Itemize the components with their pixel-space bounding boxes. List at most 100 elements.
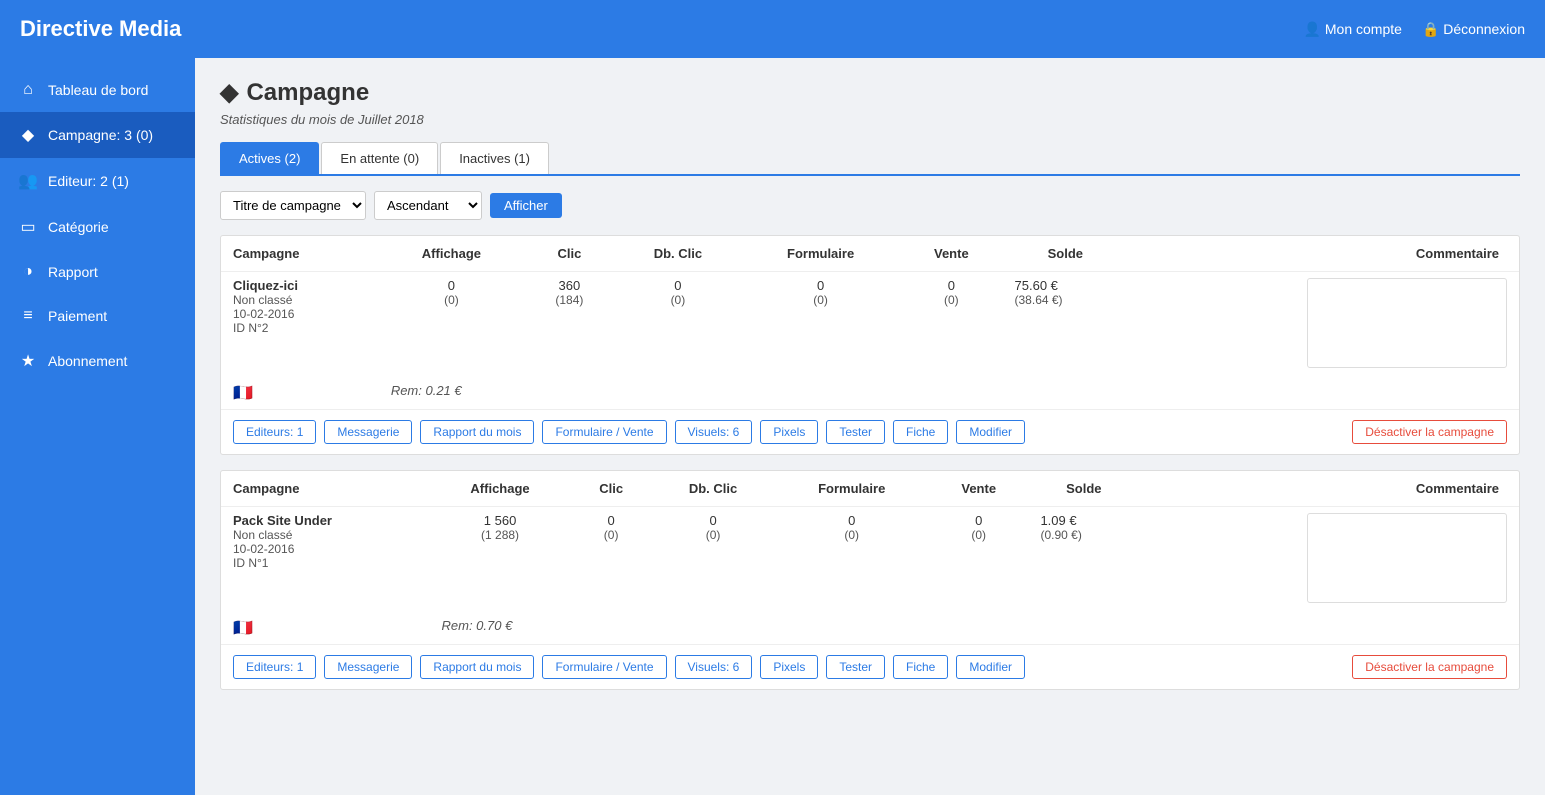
sidebar-item-editeur[interactable]: 👥 Editeur: 2 (1) — [0, 158, 195, 204]
order-select[interactable]: Ascendant Descendant — [374, 191, 482, 220]
topnav-right: 👤 Mon compte 🔒 Déconnexion — [1304, 21, 1525, 38]
tab-inactives[interactable]: Inactives (1) — [440, 142, 549, 174]
brand: Directive Media — [20, 16, 181, 42]
tab-actives[interactable]: Actives (2) — [220, 142, 319, 174]
campaign-category-1: Non classé — [233, 293, 367, 307]
rem-val-2: Rem: 0.70 € — [430, 612, 1520, 644]
col-campagne-1: Campagne — [221, 236, 379, 272]
campaign-name-1: Cliquez-ici — [233, 278, 367, 293]
campaign-date-1: 10-02-2016 — [233, 307, 367, 321]
col-solde-1: Solde — [1003, 236, 1129, 272]
tester-button-2[interactable]: Tester — [826, 655, 885, 679]
chart-icon: ◑ — [18, 263, 38, 281]
visuels-button-1[interactable]: Visuels: 6 — [675, 420, 753, 444]
filter-row: Titre de campagne Date ID Ascendant Desc… — [220, 191, 1520, 220]
desactiver-button-2[interactable]: Désactiver la campagne — [1352, 655, 1507, 679]
campaign-id-1: ID N°2 — [233, 321, 367, 335]
tester-button-1[interactable]: Tester — [826, 420, 885, 444]
clic-val-1: 360 (184) — [524, 272, 615, 378]
formulaire-val-2: 0 (0) — [774, 507, 929, 613]
col-formulaire-2: Formulaire — [774, 471, 929, 507]
users-icon: 👥 — [18, 171, 38, 191]
vente-val-1: 0 (0) — [900, 272, 1002, 378]
tab-en-attente[interactable]: En attente (0) — [321, 142, 438, 174]
affichage-val-1: 0 (0) — [379, 272, 524, 378]
formulaire-vente-button-2[interactable]: Formulaire / Vente — [542, 655, 666, 679]
col-affichage-1: Affichage — [379, 236, 524, 272]
category-icon: ▭ — [18, 217, 38, 237]
rapport-button-1[interactable]: Rapport du mois — [420, 420, 534, 444]
comment-textarea-2[interactable] — [1307, 513, 1507, 603]
col-solde-2: Solde — [1028, 471, 1139, 507]
sidebar-item-paiement[interactable]: ≡ Paiement — [0, 294, 195, 338]
flag-cell-2: 🇫🇷 — [221, 612, 430, 644]
solde-val-1: 75.60 € (38.64 €) — [1003, 272, 1129, 378]
sidebar-item-rapport[interactable]: ◑ Rapport — [0, 250, 195, 294]
formulaire-vente-button-1[interactable]: Formulaire / Vente — [542, 420, 666, 444]
campaign-table-2: Campagne Affichage Clic Db. Clic Formula… — [221, 471, 1519, 644]
vente-val-2: 0 (0) — [929, 507, 1028, 613]
rapport-button-2[interactable]: Rapport du mois — [420, 655, 534, 679]
pixels-button-1[interactable]: Pixels — [760, 420, 818, 444]
clic-val-2: 0 (0) — [571, 507, 652, 613]
sidebar-item-campagne[interactable]: ◆ Campagne: 3 (0) — [0, 112, 195, 158]
campaign-info-1: Cliquez-ici Non classé 10-02-2016 ID N°2 — [221, 272, 379, 378]
commentaire-2 — [1139, 507, 1519, 613]
messagerie-button-1[interactable]: Messagerie — [324, 420, 412, 444]
sort-select[interactable]: Titre de campagne Date ID — [220, 191, 366, 220]
campaign-table-1: Campagne Affichage Clic Db. Clic Formula… — [221, 236, 1519, 409]
action-row-1: Editeurs: 1 Messagerie Rapport du mois F… — [221, 409, 1519, 454]
campaign-id-2: ID N°1 — [233, 556, 418, 570]
modifier-button-1[interactable]: Modifier — [956, 420, 1025, 444]
sidebar: ⌂ Tableau de bord ◆ Campagne: 3 (0) 👥 Ed… — [0, 58, 195, 795]
sidebar-label-paiement: Paiement — [48, 308, 107, 324]
afficher-button[interactable]: Afficher — [490, 193, 562, 218]
home-icon: ⌂ — [18, 81, 38, 99]
col-clic-1: Clic — [524, 236, 615, 272]
campaign-card-cliquez-ici: Campagne Affichage Clic Db. Clic Formula… — [220, 235, 1520, 455]
tag-icon: ◆ — [220, 78, 238, 107]
account-link[interactable]: 👤 Mon compte — [1304, 21, 1402, 38]
commentaire-1 — [1128, 272, 1519, 378]
col-commentaire-2: Commentaire — [1139, 471, 1519, 507]
editeurs-button-1[interactable]: Editeurs: 1 — [233, 420, 316, 444]
logout-label: Déconnexion — [1443, 21, 1525, 37]
campaign-date-2: 10-02-2016 — [233, 542, 418, 556]
campaign-info-2: Pack Site Under Non classé 10-02-2016 ID… — [221, 507, 430, 613]
fiche-button-1[interactable]: Fiche — [893, 420, 948, 444]
fiche-button-2[interactable]: Fiche — [893, 655, 948, 679]
col-affichage-2: Affichage — [430, 471, 571, 507]
sidebar-item-categorie[interactable]: ▭ Catégorie — [0, 204, 195, 250]
visuels-button-2[interactable]: Visuels: 6 — [675, 655, 753, 679]
flag-icon-2: 🇫🇷 — [233, 620, 253, 637]
messagerie-button-2[interactable]: Messagerie — [324, 655, 412, 679]
flag-icon-1: 🇫🇷 — [233, 385, 253, 402]
flag-cell-1: 🇫🇷 — [221, 377, 379, 409]
main-content: ◆ Campagne Statistiques du mois de Juill… — [195, 58, 1545, 795]
desactiver-button-1[interactable]: Désactiver la campagne — [1352, 420, 1507, 444]
sidebar-label-rapport: Rapport — [48, 264, 98, 280]
user-icon: 👤 — [1304, 21, 1321, 37]
campaign-category-2: Non classé — [233, 528, 418, 542]
comment-textarea-1[interactable] — [1307, 278, 1507, 368]
logout-link[interactable]: 🔒 Déconnexion — [1422, 21, 1525, 38]
pixels-button-2[interactable]: Pixels — [760, 655, 818, 679]
sidebar-item-tableau-de-bord[interactable]: ⌂ Tableau de bord — [0, 68, 195, 112]
col-campagne-2: Campagne — [221, 471, 430, 507]
rem-val-1: Rem: 0.21 € — [379, 377, 1519, 409]
sidebar-label-tableau-de-bord: Tableau de bord — [48, 82, 148, 98]
payment-icon: ≡ — [18, 307, 38, 325]
table-row: Pack Site Under Non classé 10-02-2016 ID… — [221, 507, 1519, 613]
sidebar-item-abonnement[interactable]: ★ Abonnement — [0, 338, 195, 384]
topnav: Directive Media 👤 Mon compte 🔒 Déconnexi… — [0, 0, 1545, 58]
col-clic-2: Clic — [571, 471, 652, 507]
formulaire-val-1: 0 (0) — [741, 272, 900, 378]
campaign-card-pack-site-under: Campagne Affichage Clic Db. Clic Formula… — [220, 470, 1520, 690]
editeurs-button-2[interactable]: Editeurs: 1 — [233, 655, 316, 679]
solde-val-2: 1.09 € (0.90 €) — [1028, 507, 1139, 613]
page-title: ◆ Campagne — [220, 78, 1520, 107]
modifier-button-2[interactable]: Modifier — [956, 655, 1025, 679]
col-formulaire-1: Formulaire — [741, 236, 900, 272]
campaign-name-2: Pack Site Under — [233, 513, 418, 528]
col-commentaire-1: Commentaire — [1128, 236, 1519, 272]
